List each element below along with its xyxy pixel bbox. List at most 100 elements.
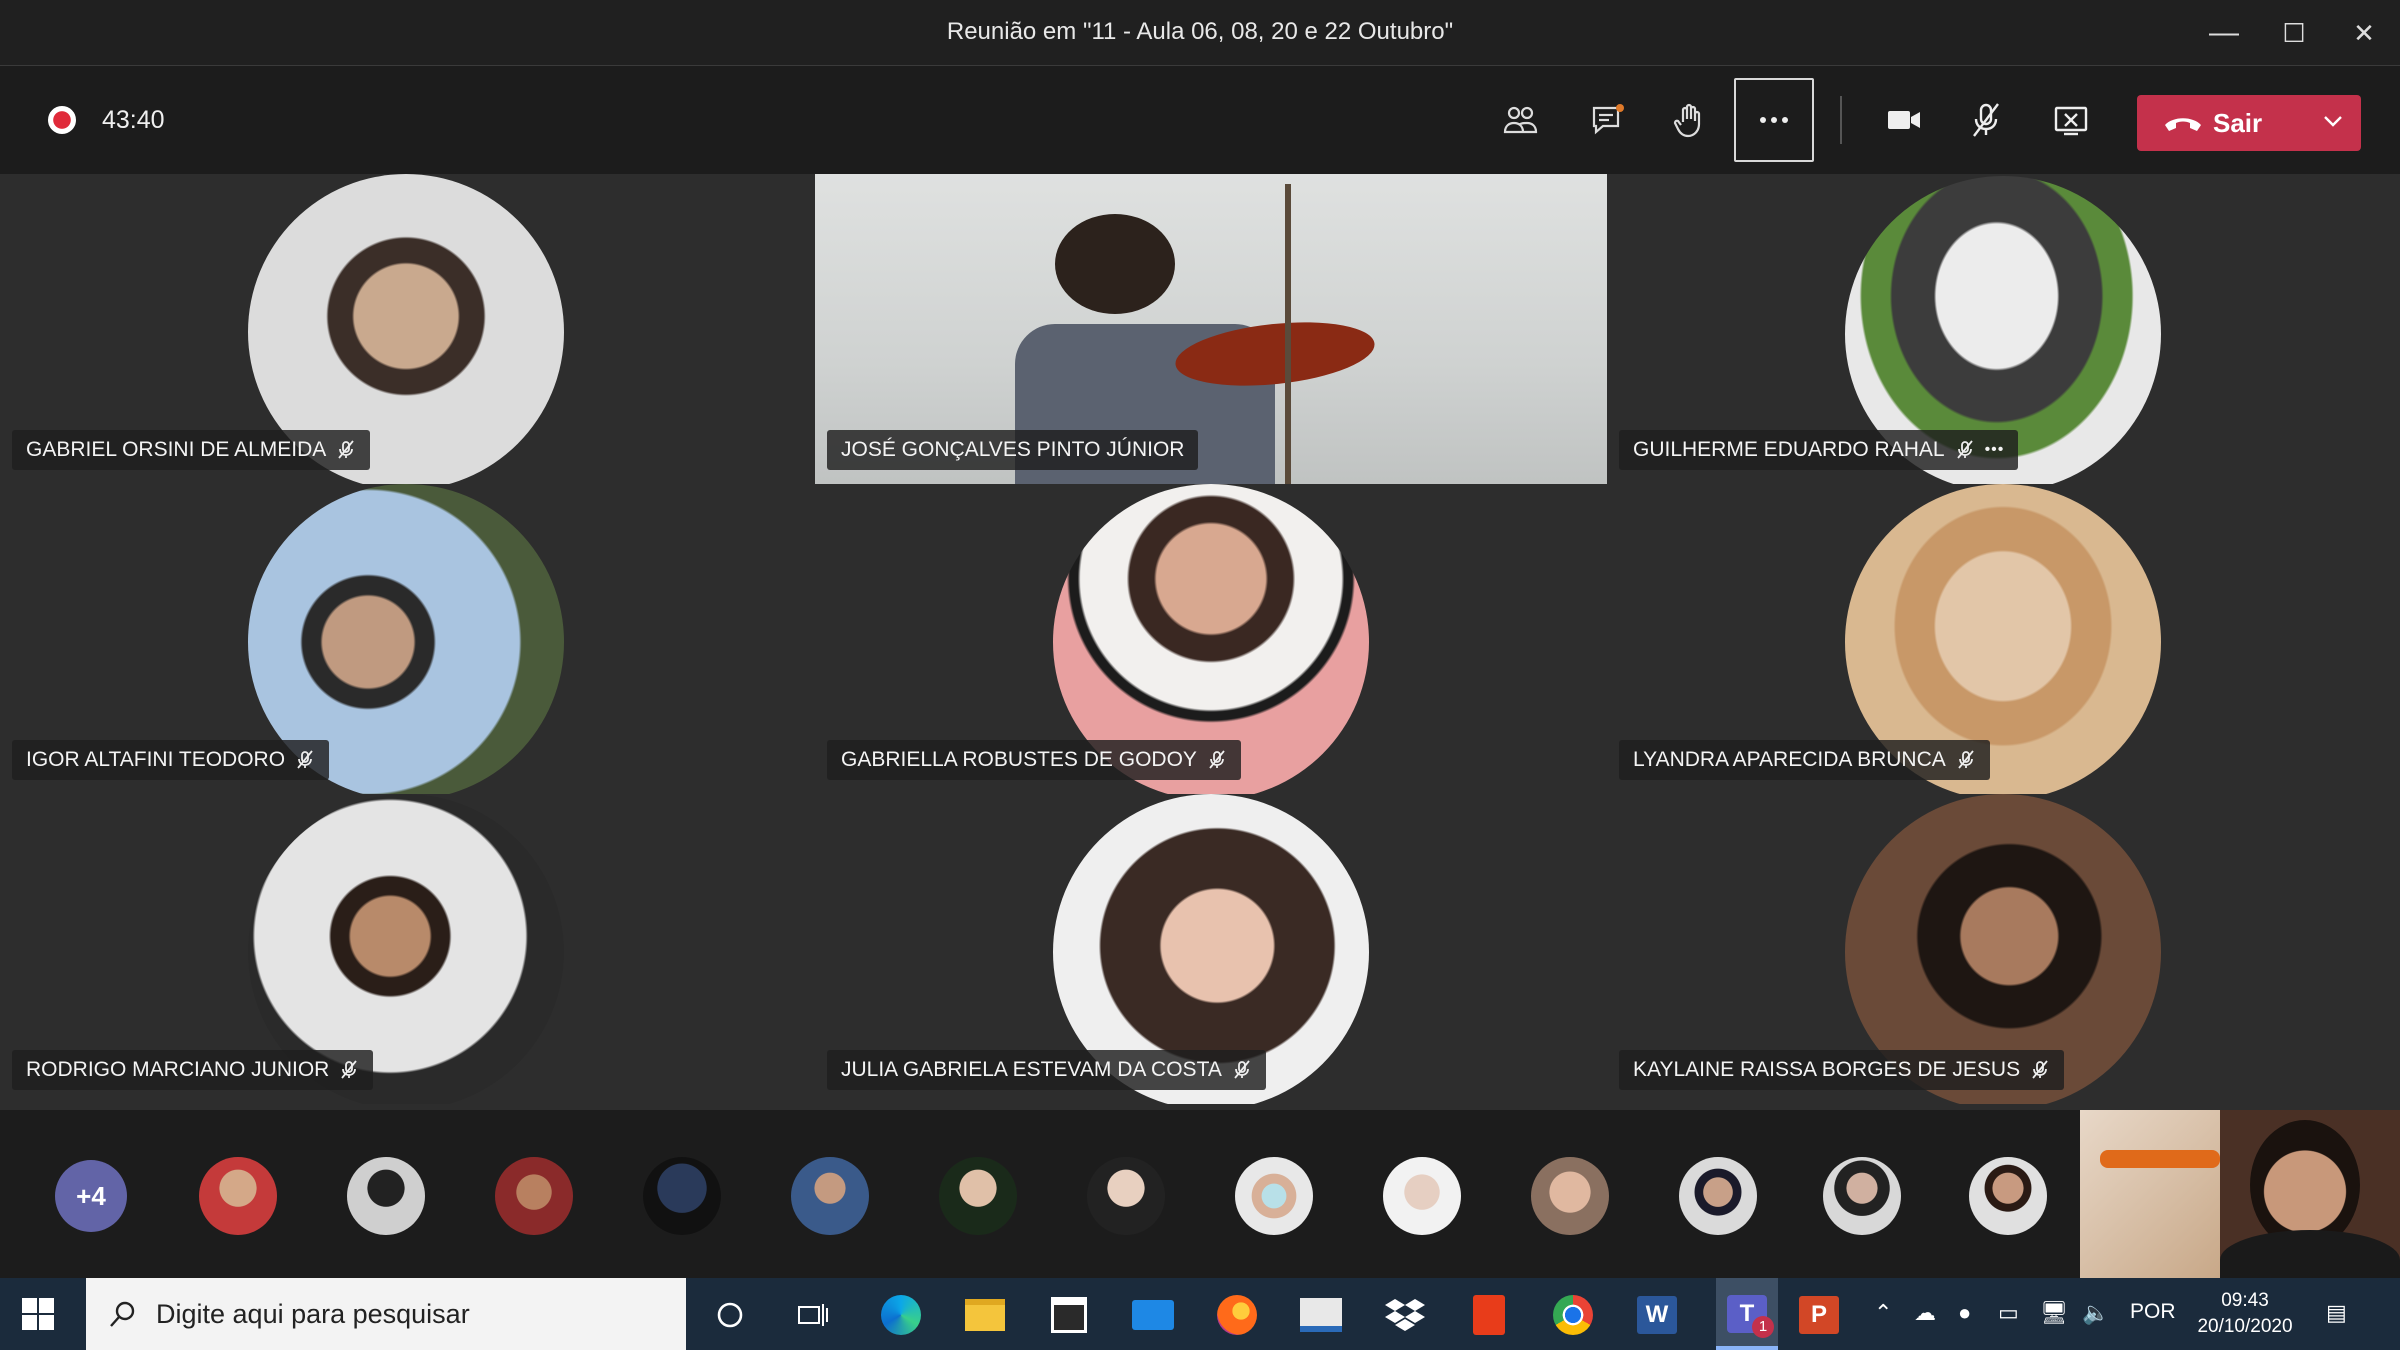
participant-thumbnail[interactable] — [939, 1157, 1017, 1235]
participant-tile[interactable]: KAYLAINE RAISSA BORGES DE JESUS — [1607, 794, 2400, 1104]
cortana-button[interactable] — [705, 1290, 755, 1340]
chrome-button[interactable] — [1548, 1290, 1598, 1340]
start-button[interactable] — [22, 1298, 54, 1335]
share-button[interactable] — [2031, 78, 2111, 162]
camera-icon — [1888, 111, 1920, 129]
participant-name: JULIA GABRIELA ESTEVAM DA COSTA — [841, 1058, 1222, 1081]
participant-tile[interactable]: LYANDRA APARECIDA BRUNCA — [1607, 484, 2400, 794]
participant-thumbnail[interactable] — [643, 1157, 721, 1235]
participant-name: KAYLAINE RAISSA BORGES DE JESUS — [1633, 1058, 2021, 1081]
participant-more-icon[interactable]: ••• — [1985, 441, 2005, 459]
notifications-icon[interactable]: ▤ — [2326, 1300, 2347, 1326]
hang-up-icon — [2165, 118, 2201, 131]
participant-name-tag: LYANDRA APARECIDA BRUNCA — [1619, 740, 1990, 780]
dropbox-button[interactable] — [1380, 1290, 1430, 1340]
participant-thumbnail[interactable] — [1823, 1157, 1901, 1235]
network-icon[interactable]: 🖥 — [2040, 1300, 2068, 1326]
edge-button[interactable] — [876, 1290, 926, 1340]
participant-name-tag: GABRIELLA ROBUSTES DE GODOY — [827, 740, 1241, 780]
mic-off-icon — [1207, 750, 1227, 770]
participant-tile[interactable]: RODRIGO MARCIANO JUNIOR — [0, 794, 800, 1104]
volume-icon[interactable]: 🔈 — [2082, 1300, 2109, 1326]
participant-thumbnail[interactable] — [199, 1157, 277, 1235]
participant-name-tag: IGOR ALTAFINI TEODORO — [12, 740, 330, 780]
firefox-icon — [1217, 1295, 1257, 1335]
show-hidden-icons-button[interactable]: ⌃ — [1874, 1300, 1892, 1326]
participant-thumbnail[interactable] — [791, 1157, 869, 1235]
windows-taskbar: Digite aqui para pesquisar W T 1 P ⌃ ☁ ●… — [0, 1278, 2400, 1350]
self-video-preview[interactable] — [2080, 1110, 2400, 1278]
participant-name-tag: GABRIEL ORSINI DE ALMEIDA — [12, 430, 371, 470]
dropbox-icon — [1385, 1299, 1425, 1331]
edge-icon — [881, 1295, 921, 1335]
minimize-button[interactable]: — — [2190, 0, 2258, 66]
mic-off-icon — [336, 440, 356, 460]
participant-thumbnail[interactable] — [1087, 1157, 1165, 1235]
participant-name: GABRIELLA ROBUSTES DE GODOY — [841, 748, 1197, 771]
powerpoint-icon: P — [1799, 1296, 1839, 1334]
meeting-toolbar: 43:40 Sair — [0, 66, 2400, 174]
participant-strip: +4 — [0, 1110, 2400, 1278]
taskbar-clock[interactable]: 09:43 20/10/2020 — [2190, 1288, 2300, 1340]
maximize-button[interactable]: ☐ — [2260, 0, 2328, 66]
task-view-button[interactable] — [788, 1290, 838, 1340]
teams-button[interactable]: T 1 — [1716, 1278, 1778, 1350]
more-options-button[interactable] — [1734, 78, 1814, 162]
office-icon — [1473, 1295, 1505, 1335]
participant-name-tag: GUILHERME EDUARDO RAHAL ••• — [1619, 430, 2019, 470]
participant-tile[interactable]: JOSÉ GONÇALVES PINTO JÚNIOR — [815, 174, 1607, 484]
participant-name: LYANDRA APARECIDA BRUNCA — [1633, 748, 1946, 771]
file-explorer-button[interactable] — [960, 1290, 1010, 1340]
folder-icon — [965, 1299, 1005, 1331]
participant-thumbnail[interactable] — [1235, 1157, 1313, 1235]
clock-time: 09:43 — [2221, 1290, 2269, 1311]
participant-name: IGOR ALTAFINI TEODORO — [26, 748, 286, 771]
amazon-button[interactable] — [1296, 1290, 1346, 1340]
office-button[interactable] — [1464, 1290, 1514, 1340]
participant-thumbnail[interactable] — [1969, 1157, 2047, 1235]
cortana-icon — [717, 1302, 743, 1328]
powerpoint-button[interactable]: P — [1794, 1290, 1844, 1340]
participant-tile[interactable]: JULIA GABRIELA ESTEVAM DA COSTA — [815, 794, 1607, 1104]
onedrive-icon[interactable]: ☁ — [1914, 1300, 1936, 1326]
taskbar-search-box[interactable]: Digite aqui para pesquisar — [86, 1278, 686, 1350]
word-button[interactable]: W — [1632, 1290, 1682, 1340]
close-button[interactable]: ✕ — [2330, 0, 2398, 66]
participant-thumbnail[interactable] — [1679, 1157, 1757, 1235]
more-participants-button[interactable]: +4 — [55, 1160, 127, 1232]
clock-date: 20/10/2020 — [2197, 1316, 2293, 1337]
windows-logo-icon — [22, 1298, 54, 1330]
participant-thumbnail[interactable] — [347, 1157, 425, 1235]
store-button[interactable] — [1044, 1290, 1094, 1340]
participant-thumbnail[interactable] — [1531, 1157, 1609, 1235]
language-indicator[interactable]: POR — [2130, 1300, 2176, 1324]
video-grid: GABRIEL ORSINI DE ALMEIDA JOSÉ GONÇALVES… — [0, 174, 2400, 1110]
more-options-icon — [1760, 117, 1788, 123]
chat-button[interactable] — [1568, 78, 1648, 162]
participant-tile[interactable]: GUILHERME EDUARDO RAHAL ••• — [1607, 174, 2400, 484]
participants-button[interactable] — [1480, 78, 1560, 162]
participant-tile[interactable]: IGOR ALTAFINI TEODORO — [0, 484, 800, 794]
participant-tile[interactable]: GABRIEL ORSINI DE ALMEIDA — [0, 174, 800, 484]
microphone-icon[interactable]: ● — [1958, 1300, 1971, 1326]
amazon-icon — [1300, 1298, 1342, 1332]
leave-button[interactable]: Sair — [2137, 95, 2361, 151]
camera-button[interactable] — [1864, 78, 1944, 162]
chevron-down-icon[interactable] — [2319, 107, 2347, 135]
raise-hand-button[interactable] — [1650, 78, 1730, 162]
battery-icon[interactable]: ▭ — [1998, 1300, 2019, 1326]
participant-thumbnail[interactable] — [495, 1157, 573, 1235]
mic-off-icon — [1232, 1060, 1252, 1080]
mic-off-icon — [1955, 440, 1975, 460]
firefox-button[interactable] — [1212, 1290, 1262, 1340]
window-title: Reunião em "11 - Aula 06, 08, 20 e 22 Ou… — [946, 18, 1454, 45]
mic-off-icon — [1956, 750, 1976, 770]
mail-button[interactable] — [1128, 1290, 1178, 1340]
microphone-button[interactable] — [1946, 78, 2026, 162]
chrome-icon — [1553, 1295, 1593, 1335]
chat-icon — [1592, 104, 1624, 135]
participant-tile[interactable]: GABRIELLA ROBUSTES DE GODOY — [815, 484, 1607, 794]
participant-thumbnail[interactable] — [1383, 1157, 1461, 1235]
participants-icon — [1503, 106, 1538, 134]
mic-off-icon — [295, 750, 315, 770]
